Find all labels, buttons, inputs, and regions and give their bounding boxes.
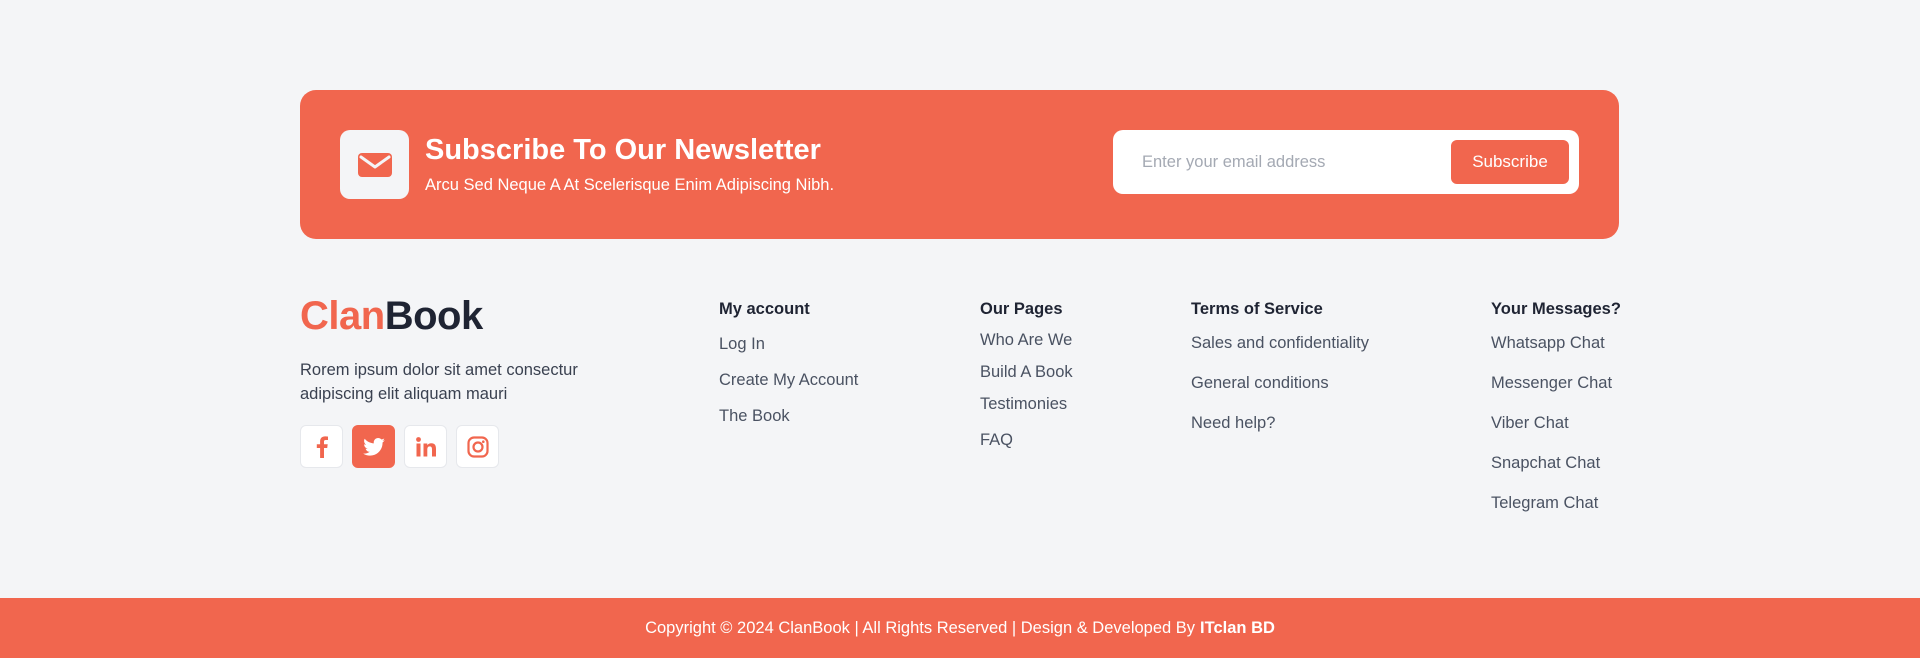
subscribe-button[interactable]: Subscribe <box>1451 140 1569 184</box>
footer-column-our-pages: Our Pages Who Are We Build A Book Testim… <box>980 300 1073 451</box>
twitter-icon <box>362 437 385 456</box>
copyright-text: Copyright © 2024 ClanBook | All Rights R… <box>645 618 1196 637</box>
column-heading: Your Messages? <box>1491 300 1621 318</box>
link-who-are-we[interactable]: Who Are We <box>980 330 1073 351</box>
instagram-button[interactable] <box>456 425 499 468</box>
column-heading: Terms of Service <box>1191 300 1323 318</box>
newsletter-icon-box <box>340 130 409 199</box>
link-messenger-chat[interactable]: Messenger Chat <box>1491 373 1621 394</box>
newsletter-title: Subscribe To Our Newsletter <box>425 134 821 166</box>
link-build-a-book[interactable]: Build A Book <box>980 362 1073 383</box>
copyright-bar: Copyright © 2024 ClanBook | All Rights R… <box>0 598 1920 658</box>
link-need-help[interactable]: Need help? <box>1191 413 1369 434</box>
link-snapchat-chat[interactable]: Snapchat Chat <box>1491 453 1621 474</box>
social-links <box>300 425 499 468</box>
instagram-icon <box>466 435 489 458</box>
linkedin-icon <box>415 436 436 456</box>
link-create-my-account[interactable]: Create My Account <box>719 370 858 391</box>
link-viber-chat[interactable]: Viber Chat <box>1491 413 1621 434</box>
linkedin-button[interactable] <box>404 425 447 468</box>
brand-logo-part-boo: Boo <box>384 294 462 338</box>
link-sales-confidentiality[interactable]: Sales and confidentiality <box>1191 333 1369 354</box>
newsletter-subtitle: Arcu Sed Neque A At Scelerisque Enim Adi… <box>425 176 835 194</box>
column-heading: My account <box>719 300 810 318</box>
email-input[interactable] <box>1123 140 1443 184</box>
link-telegram-chat[interactable]: Telegram Chat <box>1491 493 1621 514</box>
facebook-button[interactable] <box>300 425 343 468</box>
column-heading: Our Pages <box>980 300 1063 318</box>
developer-link[interactable]: ITclan BD <box>1200 619 1275 638</box>
link-general-conditions[interactable]: General conditions <box>1191 373 1369 394</box>
link-testimonies[interactable]: Testimonies <box>980 394 1073 415</box>
link-log-in[interactable]: Log In <box>719 334 858 355</box>
brand-logo[interactable]: ClanBook <box>300 294 483 339</box>
newsletter-banner: Subscribe To Our Newsletter Arcu Sed Neq… <box>300 90 1619 239</box>
brand-logo-part-clan: Clan <box>300 294 385 338</box>
envelope-icon <box>357 152 392 177</box>
facebook-icon <box>316 435 328 458</box>
link-whatsapp-chat[interactable]: Whatsapp Chat <box>1491 333 1621 354</box>
link-the-book[interactable]: The Book <box>719 406 858 427</box>
brand-description: Rorem ipsum dolor sit amet consectur adi… <box>300 361 578 403</box>
footer-column-my-account: My account Log In Create My Account The … <box>719 300 858 442</box>
newsletter-form: Subscribe <box>1113 130 1579 194</box>
footer-column-your-messages: Your Messages? Whatsapp Chat Messenger C… <box>1491 300 1621 533</box>
brand-logo-part-k: k <box>460 294 483 338</box>
link-faq[interactable]: FAQ <box>980 430 1073 451</box>
twitter-button[interactable] <box>352 425 395 468</box>
footer-column-terms: Terms of Service Sales and confidentiali… <box>1191 300 1369 453</box>
